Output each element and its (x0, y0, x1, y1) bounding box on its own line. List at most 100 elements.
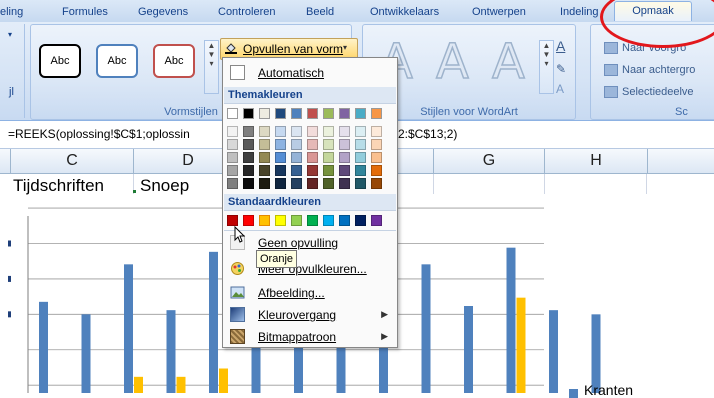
theme-shade-swatch[interactable] (355, 152, 366, 163)
theme-shade-swatch[interactable] (371, 139, 382, 150)
standard-color-swatch[interactable] (243, 215, 254, 226)
theme-shade-swatch[interactable] (259, 165, 270, 176)
theme-shade-swatch[interactable] (307, 165, 318, 176)
theme-color-swatch[interactable] (355, 108, 366, 119)
shape-style-swatch-blue[interactable]: Abc (96, 44, 138, 78)
chart-bar-series-1[interactable] (39, 301, 48, 393)
theme-shade-swatch[interactable] (323, 126, 334, 137)
theme-color-swatch[interactable] (291, 108, 302, 119)
theme-color-swatch[interactable] (371, 108, 382, 119)
theme-shade-swatch[interactable] (243, 152, 254, 163)
theme-color-swatch[interactable] (307, 108, 318, 119)
theme-shade-swatch[interactable] (307, 152, 318, 163)
standard-color-swatch[interactable] (323, 215, 334, 226)
chart-bar-series-1[interactable] (166, 310, 176, 393)
theme-shade-swatch[interactable] (323, 139, 334, 150)
cell-c1[interactable]: Tijdschriften (13, 176, 104, 196)
theme-shade-swatch[interactable] (323, 165, 334, 176)
chart-bar-series-2[interactable] (176, 376, 186, 393)
menu-item-gradient[interactable]: Kleurovergang ▶ (224, 304, 396, 326)
wordart-gallery-scroll[interactable]: ▲ ▼ ▾ (539, 40, 554, 94)
standard-color-swatch[interactable] (259, 215, 270, 226)
menu-item-more-colors[interactable]: Meer opvulkleuren... (224, 258, 396, 280)
text-effects-icon[interactable]: A (556, 82, 564, 96)
theme-shade-swatch[interactable] (259, 152, 270, 163)
menu-item-picture[interactable]: Afbeelding... (224, 282, 396, 304)
theme-shade-swatch[interactable] (339, 178, 350, 189)
chart-bar-series-1[interactable] (506, 247, 516, 393)
theme-shade-swatch[interactable] (275, 139, 286, 150)
standard-color-swatch[interactable] (339, 215, 350, 226)
theme-shade-swatch[interactable] (275, 165, 286, 176)
theme-shade-swatch[interactable] (371, 178, 382, 189)
column-header-c[interactable]: C (11, 149, 134, 173)
send-backward-button[interactable]: Naar achtergro (604, 64, 695, 77)
theme-shade-swatch[interactable] (291, 152, 302, 163)
theme-shade-swatch[interactable] (275, 178, 286, 189)
theme-color-swatch[interactable] (259, 108, 270, 119)
wordart-style-3[interactable]: A (491, 37, 525, 87)
theme-shade-swatch[interactable] (307, 178, 318, 189)
theme-shade-swatch[interactable] (323, 178, 334, 189)
theme-shade-swatch[interactable] (291, 178, 302, 189)
theme-color-swatch[interactable] (243, 108, 254, 119)
theme-shade-swatch[interactable] (339, 139, 350, 150)
selection-handle[interactable] (133, 190, 136, 193)
chart-bar-series-2[interactable] (219, 368, 228, 394)
chart-bar-series-1[interactable] (81, 314, 91, 393)
theme-shade-swatch[interactable] (259, 139, 270, 150)
standard-color-swatch[interactable] (275, 215, 286, 226)
theme-shade-swatch[interactable] (291, 139, 302, 150)
chart-bar-series-1[interactable] (421, 264, 431, 393)
shape-style-swatch-red[interactable]: Abc (153, 44, 195, 78)
theme-color-swatch[interactable] (323, 108, 334, 119)
tab-gegevens[interactable]: Gegevens (138, 4, 188, 20)
chart-bar-series-1[interactable] (124, 264, 133, 393)
column-header-h[interactable]: H (545, 149, 648, 173)
theme-shade-swatch[interactable] (227, 126, 238, 137)
theme-shade-swatch[interactable] (243, 126, 254, 137)
standard-color-swatch[interactable] (227, 215, 238, 226)
column-header-partial[interactable] (0, 149, 11, 173)
text-outline-icon[interactable]: ✎ (556, 62, 566, 76)
menu-item-no-fill[interactable]: Geen opvulling (224, 232, 396, 254)
tab-indeling-partial[interactable]: eling (0, 4, 23, 20)
theme-shade-swatch[interactable] (355, 126, 366, 137)
standard-color-swatch[interactable] (291, 215, 302, 226)
text-fill-icon[interactable]: A (556, 38, 565, 54)
tab-formules[interactable]: Formules (62, 4, 108, 20)
menu-item-texture[interactable]: Bitmappatroon ▶ (224, 326, 396, 348)
theme-shade-swatch[interactable] (339, 165, 350, 176)
chart-bar-series-2[interactable] (134, 376, 143, 393)
wordart-style-2[interactable]: A (435, 37, 469, 87)
theme-color-swatch[interactable] (339, 108, 350, 119)
theme-shade-swatch[interactable] (227, 178, 238, 189)
chart-bar-series-1[interactable] (464, 306, 473, 393)
theme-color-swatch[interactable] (227, 108, 238, 119)
theme-shade-swatch[interactable] (291, 126, 302, 137)
standard-color-swatch[interactable] (307, 215, 318, 226)
theme-shade-swatch[interactable] (275, 126, 286, 137)
tab-ontwerpen[interactable]: Ontwerpen (472, 4, 526, 20)
theme-shade-swatch[interactable] (355, 139, 366, 150)
theme-shade-swatch[interactable] (227, 139, 238, 150)
theme-shade-swatch[interactable] (307, 139, 318, 150)
tab-beeld[interactable]: Beeld (306, 4, 334, 20)
menu-item-automatic[interactable]: Automatisch (224, 62, 396, 84)
tab-controleren[interactable]: Controleren (218, 4, 275, 20)
theme-color-swatch[interactable] (275, 108, 286, 119)
standard-color-swatch[interactable] (355, 215, 366, 226)
theme-shade-swatch[interactable] (227, 165, 238, 176)
theme-shade-swatch[interactable] (371, 165, 382, 176)
tab-ontwikkelaars[interactable]: Ontwikkelaars (370, 4, 439, 20)
theme-shade-swatch[interactable] (275, 152, 286, 163)
tab-indeling[interactable]: Indeling (560, 4, 599, 20)
column-header-g[interactable]: G (434, 149, 545, 173)
chart-bar-series-1[interactable] (209, 251, 218, 393)
theme-shade-swatch[interactable] (323, 152, 334, 163)
theme-shade-swatch[interactable] (259, 178, 270, 189)
theme-shade-swatch[interactable] (227, 152, 238, 163)
theme-shade-swatch[interactable] (243, 139, 254, 150)
theme-shade-swatch[interactable] (307, 126, 318, 137)
theme-shade-swatch[interactable] (259, 126, 270, 137)
